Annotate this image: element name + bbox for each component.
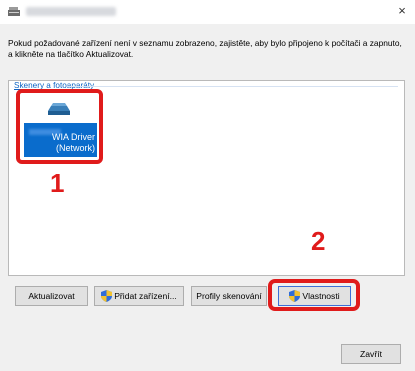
add-device-label: Přidat zařízení... bbox=[114, 291, 177, 301]
window-title bbox=[26, 7, 116, 16]
device-name-line1: WIA Driver bbox=[51, 132, 95, 142]
properties-highlight bbox=[268, 279, 360, 311]
step-number-1: 1 bbox=[50, 168, 65, 198]
device-selection[interactable]: WIA Driver (Network) bbox=[24, 123, 97, 157]
device-label: WIA Driver (Network) bbox=[52, 132, 95, 154]
group-divider bbox=[67, 86, 398, 87]
scan-profiles-button[interactable]: Profily skenování bbox=[191, 286, 267, 306]
step-number-2: 2 bbox=[311, 226, 326, 256]
device-wia-driver[interactable]: WIA Driver (Network) bbox=[16, 89, 103, 164]
uac-shield-icon bbox=[101, 289, 113, 302]
close-button[interactable]: Zavřít bbox=[341, 344, 401, 364]
title-bar: × bbox=[0, 0, 415, 24]
devices-group: Skenery a fotoaparáty WIA Driver (Networ… bbox=[8, 80, 405, 276]
close-icon[interactable]: × bbox=[395, 3, 409, 19]
refresh-button[interactable]: Aktualizovat bbox=[15, 286, 88, 306]
scanner-app-icon bbox=[8, 7, 20, 16]
scanners-dialog: × Pokud požadované zařízení není v sezna… bbox=[0, 0, 415, 371]
instruction-text: Pokud požadované zařízení není v seznamu… bbox=[8, 38, 402, 59]
add-device-button[interactable]: Přidat zařízení... bbox=[94, 286, 184, 306]
scanner-icon bbox=[48, 103, 70, 115]
device-name-line2: (Network) bbox=[55, 143, 95, 153]
